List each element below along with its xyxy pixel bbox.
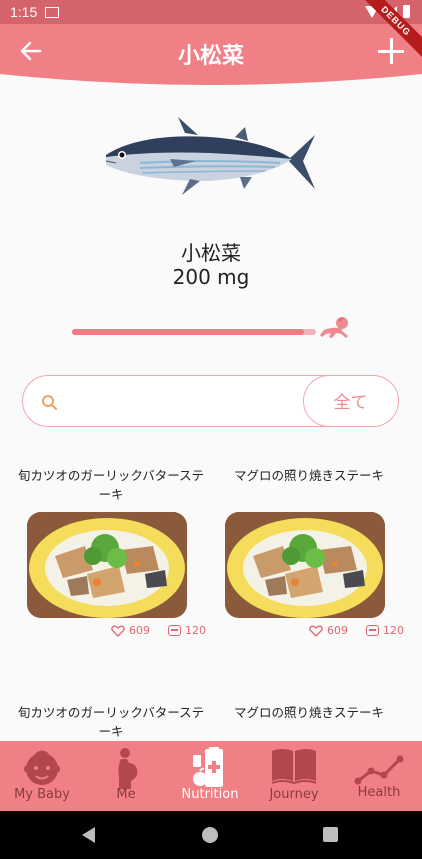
nav-label: My Baby: [14, 787, 70, 802]
chart-line-icon: [354, 755, 404, 785]
heart-icon[interactable]: [309, 625, 323, 637]
recipe-card[interactable]: 旬カツオのガーリックバターステーキ: [16, 703, 206, 743]
comments-count: 120: [383, 624, 404, 637]
system-nav-bar: [0, 811, 422, 859]
nutrition-progress-bar: [72, 329, 316, 335]
nutrition-icon: [193, 747, 223, 787]
recipe-title: マグロの照り焼きステーキ: [233, 705, 384, 720]
pregnant-woman-icon: [118, 748, 138, 789]
nav-label: Nutrition: [181, 787, 239, 802]
recipe-photo: [225, 512, 385, 618]
recipe-stats: 609 120: [309, 624, 404, 637]
progress-fill: [72, 329, 304, 335]
likes-count: 609: [129, 624, 150, 637]
comment-icon: [366, 625, 379, 636]
nav-label: Me: [116, 787, 136, 802]
recipe-card[interactable]: マグロの照り焼きステーキ 609 120: [214, 466, 404, 641]
system-home-icon[interactable]: [202, 827, 218, 843]
recipe-card[interactable]: 旬カツオのガーリックバターステーキ 609 120: [16, 466, 206, 641]
search-bar: 全て: [22, 374, 399, 427]
status-time: 1:15: [10, 4, 38, 20]
bottom-nav: My Baby Me Nutrition Journey Health: [0, 741, 422, 811]
nav-item-nutrition[interactable]: Nutrition: [168, 741, 252, 811]
recipe-title: 旬カツオのガーリックバターステーキ: [17, 468, 205, 502]
search-input[interactable]: [71, 384, 301, 418]
nav-label: Health: [357, 785, 401, 800]
nav-item-journey[interactable]: Journey: [252, 741, 336, 811]
debug-label: DEBUG: [355, 0, 422, 62]
food-amount: 200 mg: [172, 265, 250, 289]
fish-image: [105, 117, 315, 195]
recipe-photo: [27, 512, 187, 618]
recipe-title: マグロの照り焼きステーキ: [233, 468, 384, 483]
system-back-icon[interactable]: [82, 827, 95, 843]
mail-icon: [45, 6, 60, 18]
baby-face-icon: [24, 750, 60, 785]
book-icon: [271, 749, 317, 785]
recipe-title: 旬カツオのガーリックバターステーキ: [17, 705, 205, 739]
heart-icon[interactable]: [111, 625, 125, 637]
nav-item-health[interactable]: Health: [336, 741, 422, 811]
filter-all-button[interactable]: 全て: [302, 374, 399, 427]
nav-label: Journey: [269, 787, 319, 802]
comments-count: 120: [185, 624, 206, 637]
comment-icon: [168, 625, 181, 636]
food-name: 小松菜: [181, 241, 241, 265]
likes-count: 609: [327, 624, 348, 637]
debug-banner: DEBUG: [352, 0, 422, 70]
nav-item-my-baby[interactable]: My Baby: [0, 741, 84, 811]
recipe-stats: 609 120: [111, 624, 206, 637]
recipe-card[interactable]: マグロの照り焼きステーキ: [214, 703, 404, 743]
system-recents-icon[interactable]: [323, 827, 338, 842]
nav-item-me[interactable]: Me: [84, 741, 168, 811]
search-icon: [42, 395, 57, 410]
crawling-baby-icon: [320, 317, 348, 338]
